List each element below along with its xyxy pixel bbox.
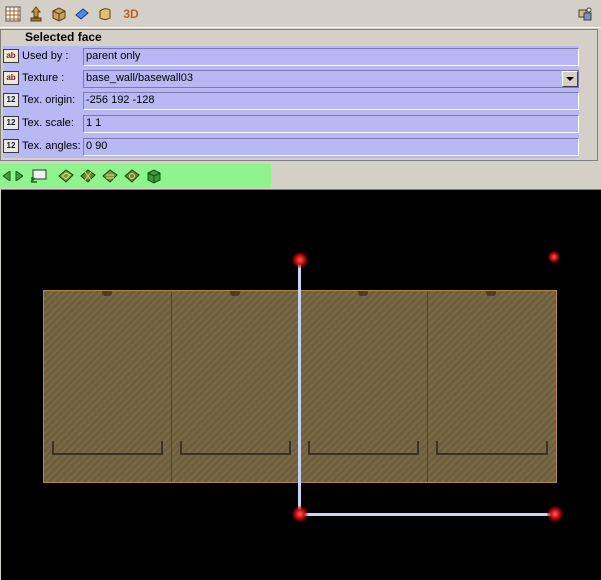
number-type-icon: 12 bbox=[3, 116, 19, 130]
3d-view-icon[interactable]: 3D bbox=[119, 4, 143, 24]
number-type-icon: 12 bbox=[3, 139, 19, 153]
property-label: Tex. scale: bbox=[22, 117, 74, 129]
property-label: Tex. angles: bbox=[22, 140, 81, 152]
face-properties-panel: Selected face ab Used by : parent only a… bbox=[0, 29, 598, 161]
patch-icon[interactable] bbox=[95, 4, 115, 24]
texture-op-1-icon[interactable] bbox=[57, 167, 75, 185]
texture-op-3-icon[interactable] bbox=[101, 167, 119, 185]
texture-tile bbox=[300, 291, 428, 482]
prev-arrow-icon[interactable] bbox=[2, 167, 12, 185]
property-row-tex-scale: 12 Tex. scale: 1 1 bbox=[3, 113, 579, 135]
text-type-icon: ab bbox=[3, 71, 19, 85]
tex-scale-field[interactable]: 1 1 bbox=[83, 115, 579, 133]
texture-select[interactable]: base_wall/basewall03 bbox=[83, 70, 579, 88]
property-grid: ab Used by : parent only ab Texture : ba… bbox=[3, 46, 579, 158]
property-label: Tex. origin: bbox=[22, 94, 76, 106]
text-type-icon: ab bbox=[3, 49, 19, 63]
texture-tile bbox=[172, 291, 300, 482]
axis-handle[interactable] bbox=[547, 506, 563, 522]
texture-tile bbox=[44, 291, 172, 482]
origin-handle[interactable] bbox=[292, 506, 308, 522]
used-by-field[interactable]: parent only bbox=[83, 48, 579, 66]
face-icon[interactable] bbox=[72, 4, 92, 24]
next-arrow-icon[interactable] bbox=[14, 167, 24, 185]
cube-icon[interactable] bbox=[145, 167, 163, 185]
property-row-tex-origin: 12 Tex. origin: -256 192 -128 bbox=[3, 90, 579, 112]
texture-tile bbox=[428, 291, 556, 482]
property-row-texture: ab Texture : base_wall/basewall03 bbox=[3, 68, 579, 90]
texture-op-4-icon[interactable] bbox=[123, 167, 141, 185]
property-label: Texture : bbox=[22, 72, 65, 84]
property-label: Used by : bbox=[22, 50, 69, 62]
main-toolbar: 3D bbox=[0, 0, 601, 28]
property-row-tex-angles: 12 Tex. angles: 0 90 bbox=[3, 136, 579, 158]
texture-toolbar bbox=[0, 164, 271, 188]
corner-handle[interactable] bbox=[548, 251, 560, 263]
texture-viewport[interactable] bbox=[1, 189, 601, 580]
settings-icon[interactable] bbox=[575, 4, 595, 24]
texture-select-value: base_wall/basewall03 bbox=[86, 72, 194, 84]
texture-axis-vertical[interactable] bbox=[298, 260, 301, 515]
number-type-icon: 12 bbox=[3, 93, 19, 107]
chevron-down-icon[interactable] bbox=[562, 71, 578, 87]
tex-angles-field[interactable]: 0 90 bbox=[83, 138, 579, 156]
panel-title: Selected face bbox=[25, 30, 102, 44]
texture-axis-horizontal[interactable] bbox=[300, 513, 556, 516]
apply-icon[interactable] bbox=[30, 167, 48, 185]
grid-icon[interactable] bbox=[3, 4, 23, 24]
tex-origin-field[interactable]: -256 192 -128 bbox=[83, 92, 579, 110]
entity-icon[interactable] bbox=[26, 4, 46, 24]
brush-icon[interactable] bbox=[49, 4, 69, 24]
property-row-used-by: ab Used by : parent only bbox=[3, 46, 579, 68]
texture-op-2-icon[interactable] bbox=[79, 167, 97, 185]
axis-handle[interactable] bbox=[292, 252, 308, 268]
